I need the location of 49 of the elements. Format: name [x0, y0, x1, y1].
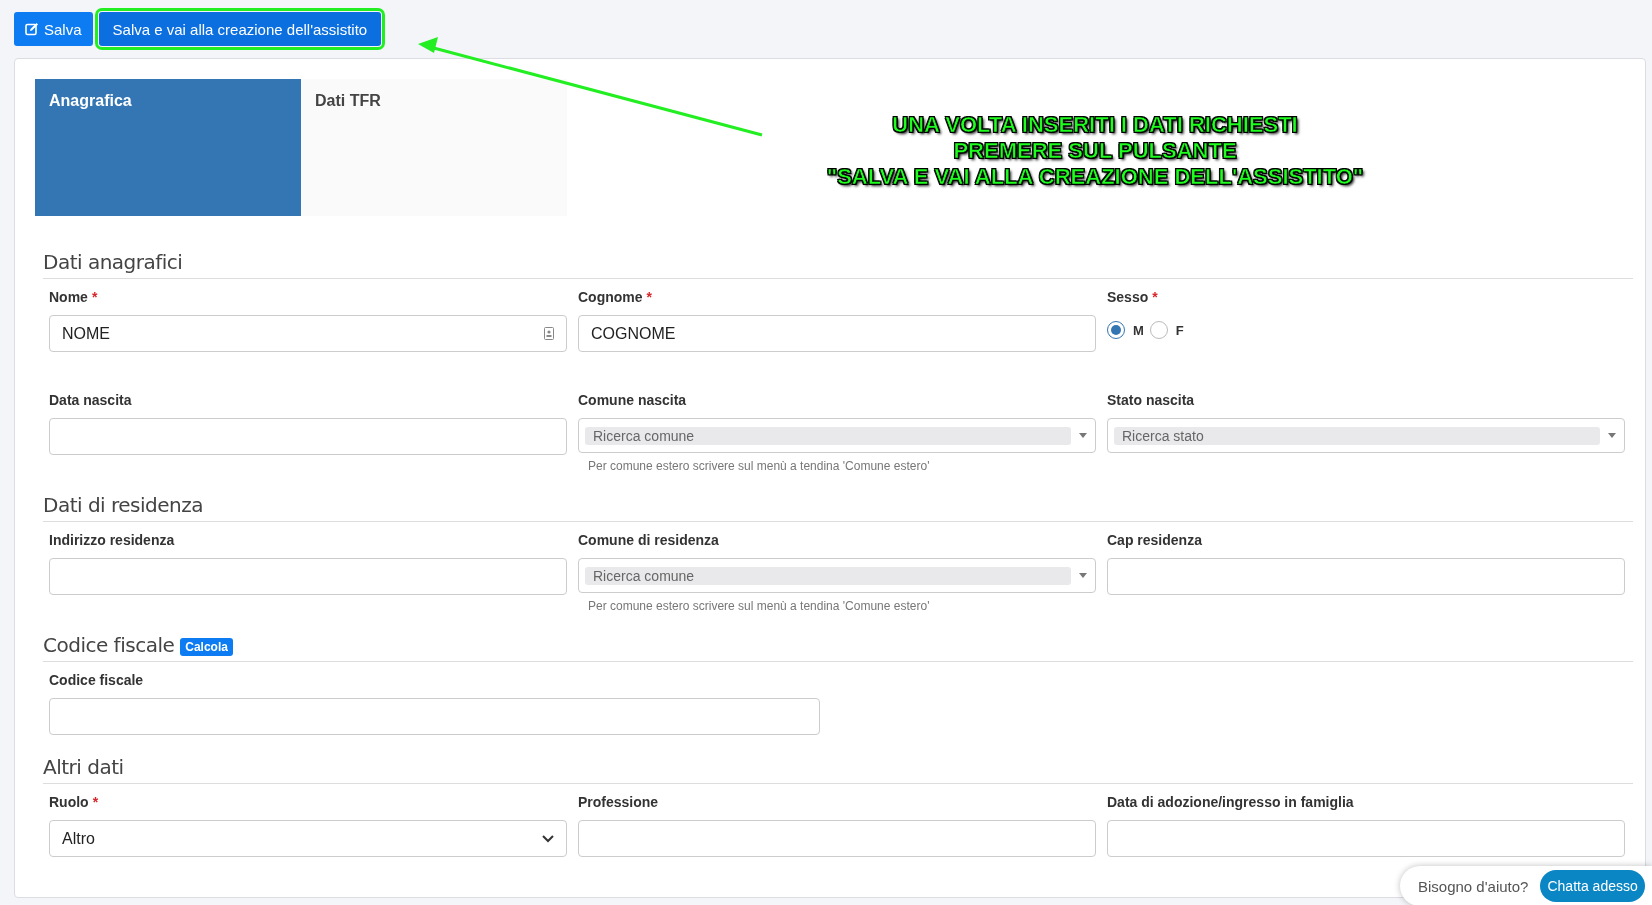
annotation-text: UNA VOLTA INSERITI I DATI RICHIESTI	[892, 112, 1298, 138]
radio-button[interactable]	[1107, 321, 1125, 339]
input-field[interactable]	[49, 418, 567, 455]
field-label: Professione	[578, 794, 660, 812]
field-label: Indirizzo residenza	[49, 532, 176, 550]
search-select-field[interactable]: Ricerca comune	[578, 558, 1096, 593]
annotation-text: PREMERE SUL PULSANTE	[953, 138, 1237, 164]
save-button[interactable]: Salva	[14, 12, 93, 46]
section-title: Dati anagrafici	[43, 250, 183, 274]
field-label: Cap residenza	[1107, 532, 1203, 550]
help-text: Per comune estero scrivere sul menù a tendina 'Comune estero'	[588, 459, 931, 473]
input-field[interactable]	[49, 698, 820, 735]
input-field[interactable]: NOME	[49, 315, 567, 352]
input-field[interactable]	[1107, 558, 1625, 595]
field-label: Cognome *	[578, 289, 653, 307]
field-label: Codice fiscale	[49, 672, 145, 690]
radio-option[interactable]: F	[1149, 321, 1184, 339]
section-title: Dati di residenza	[43, 493, 203, 517]
tab[interactable]: Dati TFR	[301, 79, 567, 216]
field-label: Comune nascita	[578, 392, 688, 410]
annotation-text: "SALVA E VAI ALLA CREAZIONE DELL'ASSISTITO"	[826, 164, 1364, 190]
field-label: Data nascita	[49, 392, 133, 410]
field-label: Nome *	[49, 289, 99, 307]
field-label: Stato nascita	[1107, 392, 1196, 410]
help-text: Per comune estero scrivere sul menù a tendina 'Comune estero'	[588, 599, 931, 613]
section-title: Codice fiscale	[43, 633, 175, 657]
input-field[interactable]: COGNOME	[578, 315, 1096, 352]
caret-icon	[1079, 433, 1087, 438]
radio-option[interactable]: M	[1107, 321, 1144, 339]
edit-icon	[25, 22, 39, 36]
input-field[interactable]	[578, 820, 1096, 857]
field-label: Ruolo *	[49, 794, 100, 812]
field-label: Comune di residenza	[578, 532, 720, 550]
input-field[interactable]	[49, 558, 567, 595]
radio-button[interactable]	[1149, 321, 1168, 339]
chat-button[interactable]: Chatta adesso	[1540, 870, 1645, 902]
field-label: Sesso *	[1107, 289, 1159, 307]
tab[interactable]: Anagrafica	[35, 79, 301, 216]
caret-icon	[1079, 573, 1087, 578]
section-title: Altri dati	[43, 755, 124, 779]
search-select-field[interactable]: Ricerca comune	[578, 418, 1096, 453]
chevron-down-icon	[542, 834, 554, 843]
search-select-field[interactable]: Ricerca stato	[1107, 418, 1625, 453]
select-field[interactable]: Altro	[49, 820, 567, 857]
calculate-badge[interactable]: Calcola	[180, 637, 233, 656]
caret-icon	[1608, 433, 1616, 438]
help-question: Bisogno d'aiuto?	[1418, 877, 1529, 895]
input-field[interactable]	[1107, 820, 1625, 857]
field-label: Data di adozione/ingresso in famiglia	[1107, 794, 1355, 812]
